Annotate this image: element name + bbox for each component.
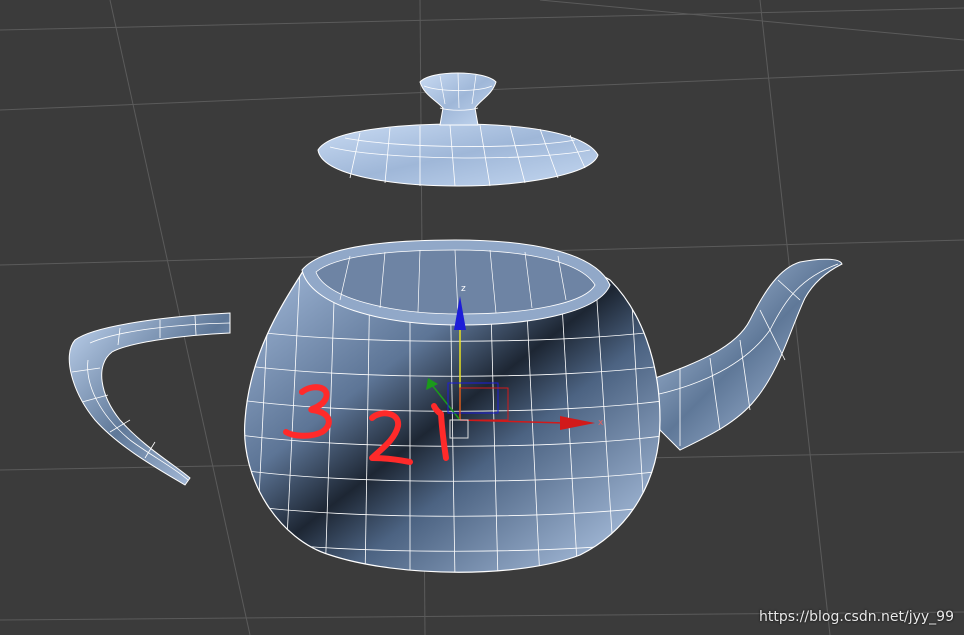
- gizmo-z-label: z: [461, 284, 466, 294]
- teapot-lid[interactable]: [317, 72, 599, 187]
- teapot-spout[interactable]: [649, 258, 843, 451]
- teapot-handle[interactable]: [68, 312, 231, 486]
- watermark-url: https://blog.csdn.net/jyy_99: [758, 609, 954, 625]
- teapot-body[interactable]: [240, 239, 670, 580]
- 3d-viewport[interactable]: z x https://blog.csdn.net/jyy_99: [0, 0, 964, 635]
- gizmo-x-label: x: [598, 418, 604, 428]
- viewport-scene: z x: [0, 0, 964, 635]
